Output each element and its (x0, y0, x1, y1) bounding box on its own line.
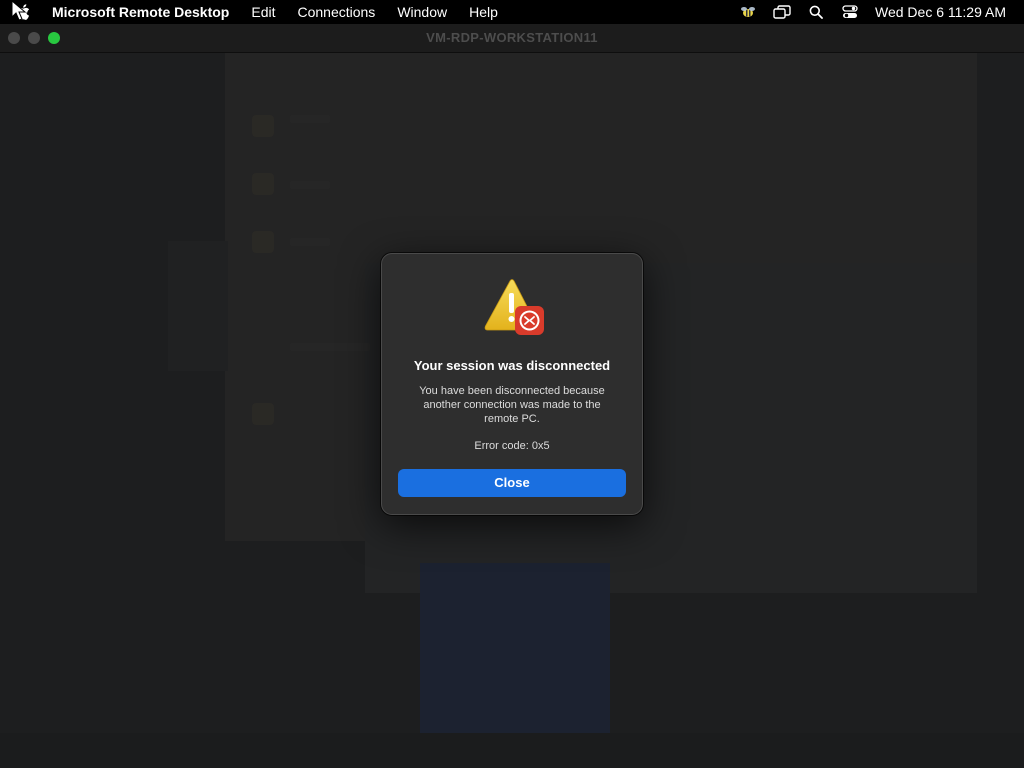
dimmed-background-text (290, 181, 330, 189)
dimmed-background-text (290, 238, 330, 246)
screen-mirroring-icon[interactable] (771, 0, 793, 24)
dialog-error-code: Error code: 0x5 (474, 440, 550, 452)
mouse-cursor-icon (10, 0, 32, 22)
window-titlebar: VM-RDP-WORKSTATION11 (0, 24, 1024, 53)
dimmed-background-taskbar (0, 733, 1024, 768)
menu-window[interactable]: Window (386, 0, 458, 24)
control-center-icon[interactable] (839, 0, 861, 24)
menu-connections[interactable]: Connections (286, 0, 386, 24)
menubar-clock[interactable]: Wed Dec 6 11:29 AM (875, 4, 1006, 20)
menu-edit[interactable]: Edit (240, 0, 286, 24)
bee-icon[interactable] (737, 0, 759, 24)
window-title: VM-RDP-WORKSTATION11 (426, 30, 598, 45)
dimmed-background-text (290, 115, 330, 123)
dimmed-background-icon (252, 403, 274, 425)
disconnect-dialog: Your session was disconnected You have b… (381, 253, 643, 515)
menu-bar: Microsoft Remote Desktop Edit Connection… (0, 0, 1024, 24)
warning-remote-desktop-icon (482, 278, 546, 338)
dialog-message: You have been disconnected because anoth… (419, 385, 605, 425)
menu-help[interactable]: Help (458, 0, 509, 24)
menu-app-name[interactable]: Microsoft Remote Desktop (36, 0, 240, 24)
dimmed-background-icon (252, 115, 274, 137)
close-button[interactable]: Close (398, 469, 626, 497)
search-icon[interactable] (805, 0, 827, 24)
dimmed-background-sidebar (168, 241, 228, 371)
dimmed-background-icon (252, 231, 274, 253)
dimmed-background-icon (252, 173, 274, 195)
dimmed-background-text (290, 343, 370, 351)
dialog-title: Your session was disconnected (413, 358, 611, 373)
menubar-status-area: Wed Dec 6 11:29 AM (731, 0, 1024, 24)
